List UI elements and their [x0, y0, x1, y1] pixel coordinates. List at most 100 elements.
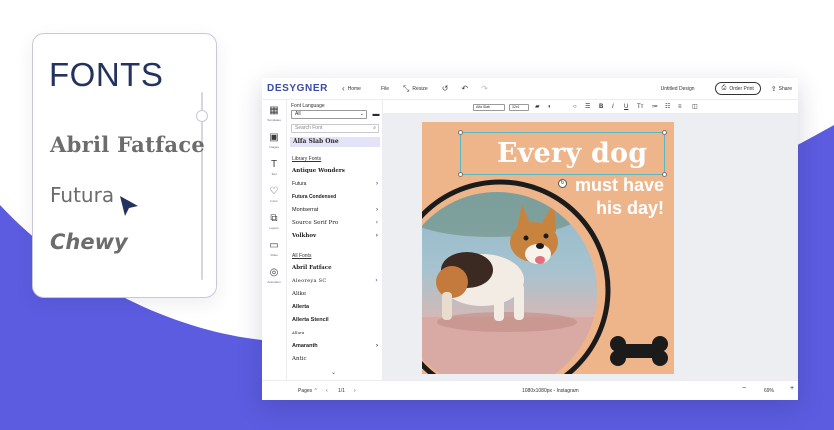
chevron-right-icon: › [375, 232, 378, 239]
resize-handle[interactable] [662, 172, 667, 177]
rail-label: Layers [269, 226, 279, 230]
fonts-card-scroll-knob[interactable] [196, 110, 208, 122]
poster-headline-line3[interactable]: his day! [596, 198, 664, 219]
italic-icon[interactable]: I [612, 103, 614, 111]
undo-button[interactable]: ↶ [461, 84, 471, 93]
font-item-amaranth[interactable]: Amaranth › [292, 342, 378, 350]
font-panel: Font Language All ⌄ ▬ Search Font ⌕ Alfa… [287, 100, 383, 380]
font-item-antique-wonders[interactable]: Antique Wonders [292, 167, 378, 175]
rotate-handle-icon[interactable]: ↻ [558, 179, 567, 188]
font-item-antic[interactable]: Antic [292, 355, 378, 363]
rail-text[interactable]: T Text [262, 154, 286, 181]
rail-icons[interactable]: ♡ Icons [262, 181, 286, 208]
rail-layers[interactable]: ⧉ Layers [262, 208, 286, 235]
next-page-button[interactable]: › [354, 387, 356, 395]
design-poster[interactable]: Every dog must have his day! ↻ [422, 122, 674, 374]
scroll-down-icon[interactable]: ⌄ [331, 369, 336, 376]
resize-handle[interactable] [662, 130, 667, 135]
font-item-label: Antique Wonders [292, 168, 345, 174]
card-font-abril-fatface[interactable]: Abril Fatface [50, 132, 205, 157]
font-family-select[interactable]: Alfa Slab [473, 104, 505, 111]
rail-label: Text [271, 172, 277, 176]
font-item-montserrat[interactable]: Montserrat › [292, 206, 378, 214]
underline-icon[interactable]: U [624, 103, 628, 111]
zoom-out-button[interactable]: − [742, 385, 746, 393]
text-align-icon[interactable]: ≡ [678, 103, 682, 111]
font-item-label: Allerta Stencil [292, 317, 329, 323]
font-item-label: Montserrat [292, 207, 319, 213]
resize-icon: ⤡ [403, 83, 410, 93]
circle-icon[interactable]: ○ [573, 103, 577, 111]
share-button[interactable]: ⇪ Share [771, 85, 792, 93]
font-item-source-serif-pro[interactable]: Source Serif Pro › [292, 219, 378, 227]
prev-page-button[interactable]: ‹ [326, 387, 328, 395]
resize-handle[interactable] [458, 172, 463, 177]
rail-images[interactable]: ▣ Images [262, 127, 286, 154]
top-toolbar: DESYGNER ‹ Home File ⤡ Resize ↺ ↶ ↷ Unti… [262, 78, 798, 100]
chevron-up-icon: ⌃ [313, 388, 318, 394]
card-font-chewy[interactable]: Chewy [50, 230, 128, 254]
font-item-abril-fatface[interactable]: Abril Fatface [292, 264, 378, 272]
resize-handle[interactable] [458, 130, 463, 135]
history-icon: ↺ [441, 84, 449, 93]
tool-rail: ▦ Templates ▣ Images T Text ♡ Icons ⧉ Layers … [262, 100, 287, 380]
app-logo[interactable]: DESYGNER [267, 83, 328, 94]
fonts-card: FONTS Abril Fatface Futura Chewy [32, 33, 217, 298]
text-case-icon[interactable]: Tт [637, 103, 643, 111]
font-language-value: All [295, 111, 301, 117]
font-item-allerta[interactable]: Allerta [292, 303, 378, 311]
font-item-label: Alike [292, 291, 307, 297]
rail-label: Images [269, 145, 279, 149]
columns-icon[interactable]: ◫ [692, 103, 698, 111]
rail-animation[interactable]: ◎ Animation [262, 262, 286, 289]
card-font-futura[interactable]: Futura [50, 183, 114, 207]
canvas-area[interactable]: Every dog must have his day! ↻ [383, 114, 798, 380]
poster-headline-line2[interactable]: must have [575, 175, 664, 196]
home-button[interactable]: ‹ Home [342, 84, 361, 93]
font-item-alike[interactable]: Alike [292, 290, 378, 298]
text-color-icon[interactable]: ▰ [535, 103, 540, 111]
font-search-input[interactable]: Search Font ⌕ [291, 124, 379, 133]
rail-templates[interactable]: ▦ Templates [262, 100, 286, 127]
contrast-icon[interactable]: ◐ [548, 103, 552, 111]
resize-button[interactable]: ⤡ Resize [403, 84, 428, 94]
fonts-card-title: FONTS [49, 56, 164, 93]
pages-toggle[interactable]: Pages ⌃ [298, 387, 318, 395]
text-icon: T [270, 159, 278, 170]
icons-icon: ♡ [269, 186, 279, 197]
numbered-list-icon[interactable]: ☷ [665, 103, 670, 111]
font-language-select[interactable]: All ⌄ [291, 110, 367, 119]
font-item-futura[interactable]: Futura › [292, 180, 378, 188]
order-print-button[interactable]: ⎙ Order Print [714, 82, 761, 95]
bold-icon[interactable]: B [599, 103, 603, 111]
font-item-label: Abril Fatface [292, 265, 332, 271]
folder-icon[interactable]: ▬ [371, 110, 381, 119]
document-title[interactable]: Untitled Design [661, 86, 695, 92]
font-item-label: Futura [292, 181, 307, 187]
pages-label: Pages [298, 388, 313, 394]
font-size-select[interactable]: 32x1 [509, 104, 529, 111]
share-icon: ⇪ [770, 85, 777, 93]
cursor-arrow-icon [120, 196, 138, 216]
rail-label: Video [270, 253, 278, 257]
zoom-in-button[interactable]: + [790, 385, 794, 393]
history-button[interactable]: ↺ [442, 84, 452, 93]
redo-button[interactable]: ↷ [481, 84, 491, 93]
font-item-label: Futura Condensed [292, 194, 337, 200]
rail-label: Templates [267, 118, 281, 122]
font-item-allerta-stencil[interactable]: Allerta Stencil [292, 316, 378, 324]
order-print-label: Order Print [729, 85, 754, 92]
font-item-selected[interactable]: Alfa Slab One [290, 137, 380, 147]
font-item-futura-condensed[interactable]: Futura Condensed [292, 193, 378, 201]
chevron-down-icon: ⌄ [359, 111, 364, 117]
align-icon[interactable]: ☰ [585, 103, 590, 111]
font-item-volkhov[interactable]: Volkhov › [292, 232, 378, 240]
text-selection-box[interactable] [458, 130, 667, 177]
list-icon[interactable]: ≔ [652, 103, 658, 111]
zoom-level[interactable]: 69% [764, 387, 774, 395]
rail-video[interactable]: ▭ Video [262, 235, 286, 262]
file-menu[interactable]: File [381, 86, 389, 92]
font-item-allura[interactable]: Allura [292, 329, 378, 337]
canvas-dimensions: 1080x1080px - Instagram [522, 388, 579, 394]
font-item-aleoreya-sc[interactable]: Aleoreya SC › [292, 277, 378, 285]
